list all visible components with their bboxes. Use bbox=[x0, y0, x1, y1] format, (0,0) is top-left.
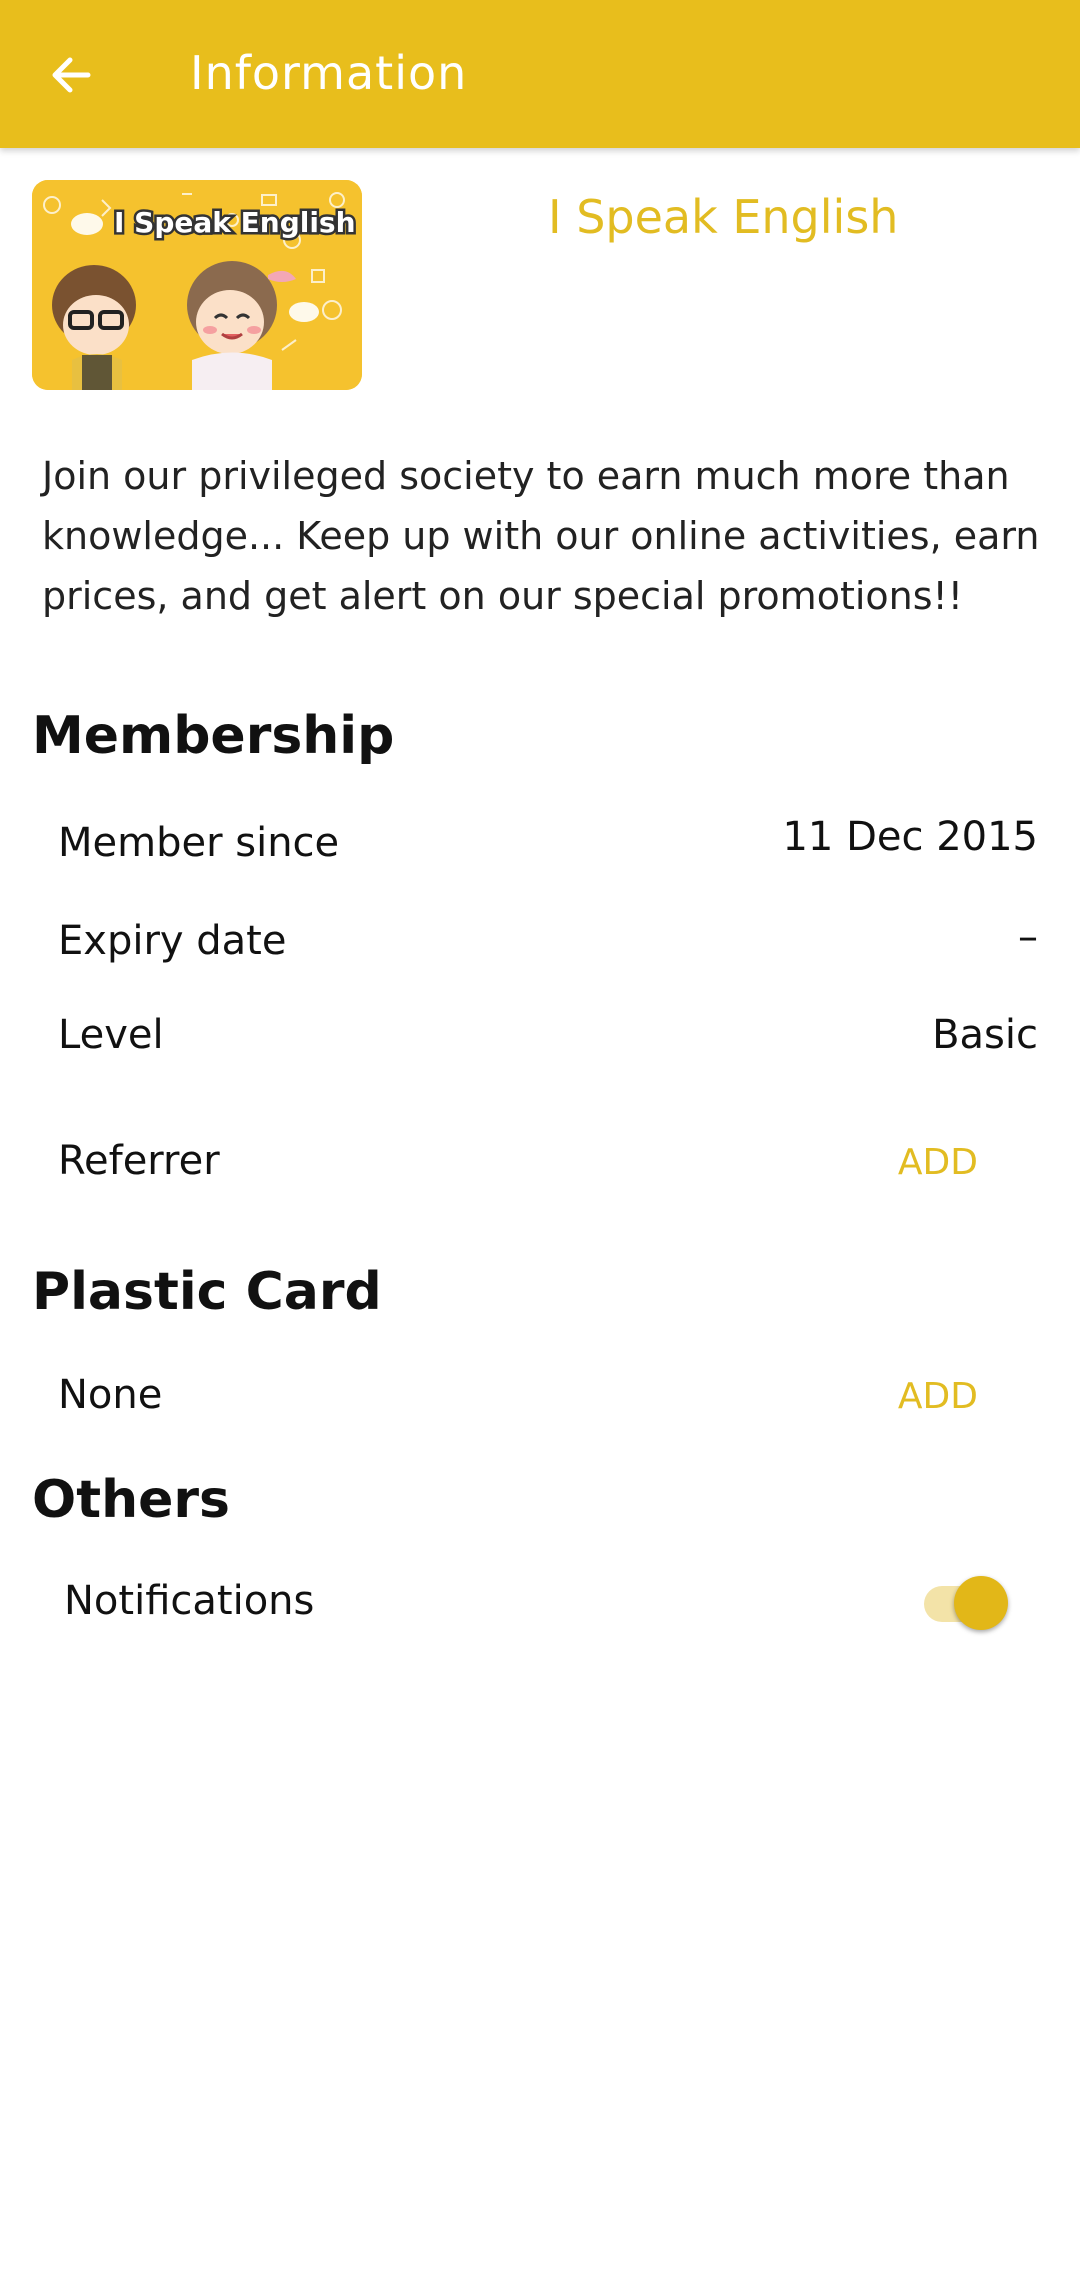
member-since-label: Member since bbox=[58, 820, 340, 866]
referrer-label: Referrer bbox=[58, 1138, 220, 1184]
others-heading: Others bbox=[32, 1470, 230, 1530]
description-text: Join our privileged society to earn much… bbox=[42, 454, 1040, 618]
member-since-value: 11 Dec 2015 bbox=[782, 814, 1038, 860]
card-title: I Speak English bbox=[548, 190, 899, 244]
expiry-date-label: Expiry date bbox=[58, 918, 287, 964]
page-title: Information bbox=[190, 46, 468, 100]
arrow-left-icon bbox=[52, 57, 91, 93]
membership-heading: Membership bbox=[32, 706, 395, 766]
card-image-text: I Speak English bbox=[114, 206, 356, 239]
app-bar: Information bbox=[0, 0, 1080, 148]
notifications-label: Notifications bbox=[64, 1578, 315, 1624]
card-illustration: I Speak English bbox=[32, 180, 362, 390]
toggle-thumb bbox=[954, 1576, 1008, 1630]
back-button[interactable] bbox=[40, 40, 110, 110]
level-value: Basic bbox=[932, 1012, 1038, 1058]
level-label: Level bbox=[58, 1012, 164, 1058]
notifications-toggle[interactable] bbox=[924, 1574, 1008, 1634]
card-image: I Speak English bbox=[32, 180, 362, 390]
add-referrer-button[interactable]: ADD bbox=[898, 1142, 978, 1183]
plastic-card-value: None bbox=[58, 1372, 163, 1418]
add-plastic-card-button[interactable]: ADD bbox=[898, 1376, 978, 1417]
plastic-card-heading: Plastic Card bbox=[32, 1262, 382, 1322]
expiry-date-value: – bbox=[1018, 914, 1038, 960]
